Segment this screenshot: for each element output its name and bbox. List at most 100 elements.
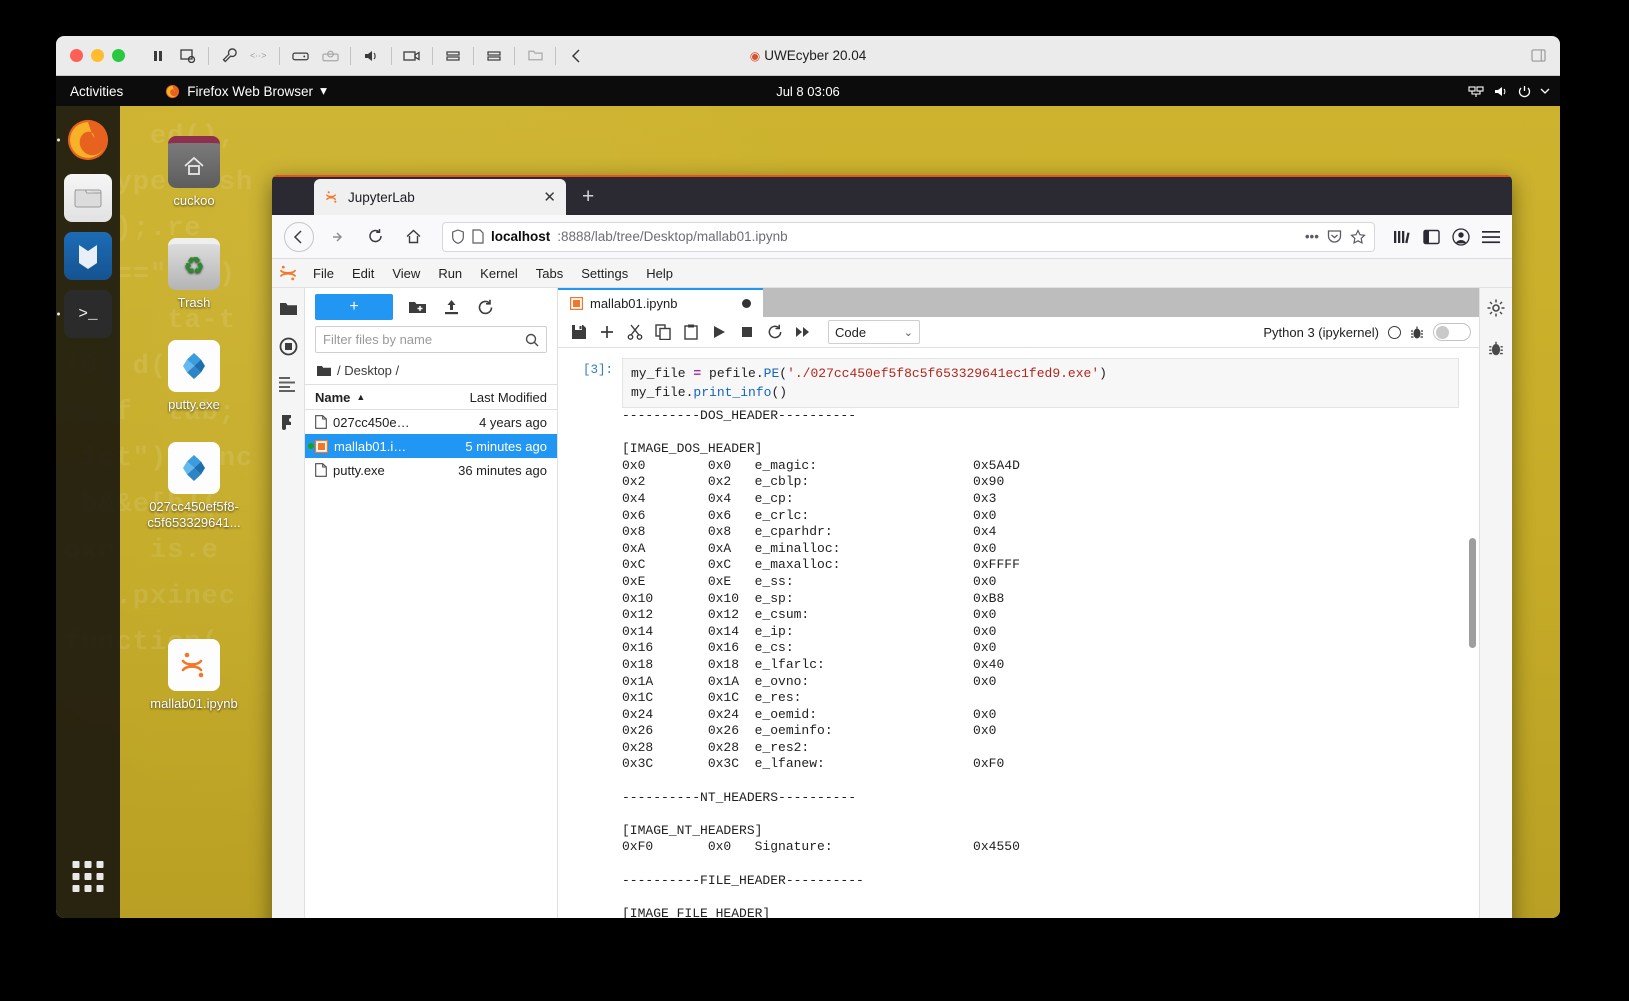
refresh-icon[interactable] — [475, 297, 495, 317]
dock-item-virtualbox[interactable] — [64, 232, 112, 280]
search-icon[interactable] — [525, 333, 539, 347]
dock-item-files[interactable] — [64, 174, 112, 222]
bug-icon[interactable] — [1410, 325, 1424, 340]
file-row-notebook[interactable]: mallab01.i… 5 minutes ago — [305, 434, 557, 458]
dock-item-terminal[interactable]: >_ — [57, 290, 112, 338]
debugger-icon[interactable] — [1484, 336, 1508, 360]
menu-edit[interactable]: Edit — [343, 262, 383, 285]
app-menu[interactable]: Firefox Web Browser ▾ — [165, 83, 327, 99]
chevron-left-icon[interactable] — [561, 43, 591, 69]
usb-icon[interactable] — [479, 43, 509, 69]
sidebar-icon[interactable] — [1423, 229, 1440, 245]
network-icon[interactable] — [1468, 85, 1484, 98]
stop-icon[interactable] — [734, 320, 759, 345]
restart-run-all-icon[interactable] — [790, 320, 815, 345]
divider — [473, 46, 474, 65]
power-icon[interactable] — [1518, 85, 1531, 98]
tab-title: JupyterLab — [348, 189, 415, 205]
audio-icon[interactable] — [356, 43, 386, 69]
activities-button[interactable]: Activities — [70, 84, 123, 99]
file-row-putty[interactable]: putty.exe 36 minutes ago — [305, 458, 557, 482]
vm-fullscreen-button[interactable] — [1531, 49, 1546, 62]
menu-run[interactable]: Run — [429, 262, 471, 285]
network-camera-icon[interactable] — [397, 43, 427, 69]
caret-down-icon[interactable] — [1540, 88, 1550, 95]
column-header-name[interactable]: Name ▲ — [315, 390, 435, 405]
optical-disk-icon[interactable] — [315, 43, 345, 69]
restart-icon[interactable] — [762, 320, 787, 345]
library-icon[interactable] — [1393, 229, 1411, 245]
kernel-idle-circle-icon[interactable] — [1388, 325, 1401, 339]
maximize-window-button[interactable] — [112, 49, 125, 62]
breadcrumb[interactable]: / Desktop / — [305, 359, 557, 384]
desktop-icon-cuckoo[interactable]: cuckoo — [134, 136, 254, 209]
close-icon[interactable]: ✕ — [543, 188, 556, 206]
desktop-icon-putty[interactable]: putty.exe — [134, 340, 254, 413]
paste-icon[interactable] — [678, 320, 703, 345]
table-of-contents-icon[interactable] — [276, 372, 300, 396]
menu-help[interactable]: Help — [637, 262, 682, 285]
dock-item-firefox[interactable] — [57, 116, 112, 164]
show-applications-icon[interactable] — [72, 861, 104, 892]
menu-settings[interactable]: Settings — [572, 262, 637, 285]
divider — [432, 46, 433, 65]
account-icon[interactable] — [1452, 227, 1470, 246]
file-row-exe-sample[interactable]: 027cc450e… 4 years ago — [305, 410, 557, 434]
property-inspector-icon[interactable] — [1484, 296, 1508, 320]
volume-icon[interactable] — [1493, 85, 1509, 98]
menu-file[interactable]: File — [304, 262, 343, 285]
new-folder-icon[interactable] — [407, 297, 427, 317]
save-icon[interactable] — [566, 320, 591, 345]
shared-folder-icon[interactable] — [520, 43, 550, 69]
menu-tabs[interactable]: Tabs — [527, 262, 572, 285]
desktop-icon-notebook[interactable]: mallab01.ipynb — [134, 639, 254, 712]
shared-clipboard-icon[interactable]: <··> — [244, 43, 274, 69]
browser-tab-jupyterlab[interactable]: JupyterLab ✕ — [314, 179, 566, 215]
forward-button[interactable] — [322, 222, 352, 252]
notebook-tab[interactable]: mallab01.ipynb — [558, 288, 763, 317]
vertical-scrollbar[interactable] — [1469, 538, 1476, 648]
copy-icon[interactable] — [650, 320, 675, 345]
new-launcher-button[interactable]: + — [315, 294, 393, 320]
debugger-toggle[interactable] — [1433, 323, 1471, 341]
upload-icon[interactable] — [441, 297, 461, 317]
hard-disk-icon[interactable] — [285, 43, 315, 69]
new-tab-button[interactable]: + — [582, 185, 594, 209]
menu-view[interactable]: View — [383, 262, 429, 285]
unsaved-indicator[interactable] — [742, 299, 751, 308]
pause-icon[interactable] — [143, 43, 173, 69]
desktop-icon-sample-exe[interactable]: 027cc450ef5f8-c5f653329641... — [134, 442, 254, 531]
extension-manager-icon[interactable] — [276, 410, 300, 434]
home-button[interactable] — [398, 222, 428, 252]
back-button[interactable] — [284, 221, 314, 252]
close-window-button[interactable] — [70, 49, 83, 62]
desktop-icon-trash[interactable]: ♻ Trash — [134, 238, 254, 311]
filter-files-input[interactable]: Filter files by name — [315, 326, 547, 353]
menu-kernel[interactable]: Kernel — [471, 262, 527, 285]
running-terminals-icon[interactable] — [276, 334, 300, 358]
minimize-window-button[interactable] — [91, 49, 104, 62]
notebook-scroll-area[interactable]: [3]: my_file = pefile.PE('./027cc450ef5f… — [558, 348, 1479, 918]
pocket-icon[interactable] — [1327, 229, 1342, 244]
cut-icon[interactable] — [622, 320, 647, 345]
system-tray[interactable] — [1468, 85, 1550, 98]
kernel-name-label[interactable]: Python 3 (ipykernel) — [1263, 325, 1379, 340]
settings-wrench-icon[interactable] — [214, 43, 244, 69]
run-icon[interactable] — [706, 320, 731, 345]
cell-type-select[interactable]: Code ⌄ — [828, 320, 920, 344]
notebook-cell[interactable]: [3]: my_file = pefile.PE('./027cc450ef5f… — [558, 356, 1479, 408]
insert-cell-icon[interactable] — [594, 320, 619, 345]
hamburger-menu-icon[interactable] — [1482, 230, 1500, 244]
column-header-last-modified[interactable]: Last Modified — [435, 390, 547, 405]
url-bar[interactable]: localhost:8888/lab/tree/Desktop/mallab01… — [442, 221, 1375, 252]
window-controls[interactable] — [70, 49, 125, 62]
star-icon[interactable] — [1350, 228, 1366, 245]
file-browser-icon[interactable] — [276, 296, 300, 320]
cell-code-editor[interactable]: my_file = pefile.PE('./027cc450ef5f8c5f6… — [622, 358, 1459, 408]
shield-icon[interactable] — [451, 229, 465, 244]
vm-toolbar[interactable]: <··> — [143, 43, 591, 69]
reload-button[interactable] — [360, 222, 390, 252]
network-adapter-icon[interactable] — [438, 43, 468, 69]
page-actions-icon[interactable]: ••• — [1305, 229, 1319, 244]
screenshot-icon[interactable] — [173, 43, 203, 69]
